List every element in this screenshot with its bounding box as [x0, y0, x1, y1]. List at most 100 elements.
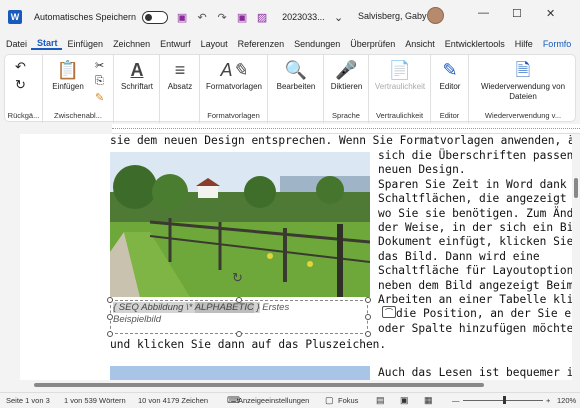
document-line: Arbeiten an einer Tabelle klicke: [378, 293, 572, 307]
copy-icon[interactable]: ⎘: [95, 75, 104, 88]
resize-handle[interactable]: [107, 314, 113, 320]
read-mode-icon[interactable]: ▤: [376, 395, 385, 406]
reuse-files-button[interactable]: 🗎 Wiederverwendung von Dateien: [473, 60, 573, 102]
caption-field: { SEQ Abbildung \* ALPHABETIC } Erstes B…: [113, 302, 289, 326]
group-font: A Schriftart: [114, 55, 160, 123]
quick-format-icon[interactable]: ▨: [256, 11, 268, 24]
document-line: der Weise, in der sich ein Bild i: [378, 221, 572, 235]
print-layout-icon[interactable]: ▣: [400, 395, 409, 406]
group-undo: ↶ ↻ Rückgä...: [5, 55, 43, 123]
tab-datei[interactable]: Datei: [0, 39, 31, 49]
document-line: Sparen Sie Zeit in Word dank n: [378, 177, 572, 191]
tab-layout[interactable]: Layout: [195, 39, 232, 49]
vertical-ruler[interactable]: [0, 134, 20, 380]
cut-icon[interactable]: ✂: [95, 59, 104, 72]
zoom-out-button[interactable]: —: [452, 396, 460, 405]
horizontal-scrollbar[interactable]: [20, 380, 572, 390]
tab-zeichnen[interactable]: Zeichnen: [107, 39, 154, 49]
paste-button[interactable]: 📋 Einfügen: [51, 60, 85, 91]
tab-start[interactable]: Start: [31, 38, 62, 50]
tab-hilfe[interactable]: Hilfe: [509, 39, 537, 49]
status-words[interactable]: 1 von 539 Wörtern: [64, 396, 126, 405]
group-editor: ✎ Editor Editor: [431, 55, 469, 123]
tab-referenzen[interactable]: Referenzen: [232, 39, 289, 49]
document-line: oder Spalte hinzufügen möchte: [378, 321, 572, 335]
save-icon[interactable]: ▣: [176, 11, 188, 24]
dictate-button[interactable]: 🎤 Diktieren: [326, 60, 367, 91]
tab-entwicklertools[interactable]: Entwicklertools: [439, 39, 509, 49]
styles-button[interactable]: A✎ Formatvorlagen: [204, 60, 264, 91]
format-painter-icon[interactable]: ✎: [95, 91, 104, 104]
document-line-after-caption: und klicken Sie dann auf das Pluszeichen…: [110, 338, 387, 351]
resize-handle[interactable]: [236, 297, 242, 303]
redo-icon[interactable]: ↷: [216, 11, 228, 24]
seq-field-switch: ALPHABETIC: [194, 302, 254, 313]
font-button[interactable]: A Schriftart: [116, 60, 158, 91]
document-page[interactable]: sie dem neuen Design entsprechen. Wenn S…: [20, 134, 572, 380]
web-layout-icon[interactable]: ▦: [424, 395, 433, 406]
caption-textbox[interactable]: { SEQ Abbildung \* ALPHABETIC } Erstes B…: [110, 300, 368, 334]
maximize-button[interactable]: ☐: [512, 7, 522, 20]
rotate-handle-icon[interactable]: ↻: [232, 270, 243, 286]
zoom-slider-thumb[interactable]: [503, 396, 506, 404]
resize-handle[interactable]: [365, 331, 371, 337]
undo-icon[interactable]: ↶: [196, 11, 208, 24]
resize-handle[interactable]: [365, 314, 371, 320]
tab-ansicht[interactable]: Ansicht: [399, 39, 439, 49]
tab-formformat[interactable]: Formfo: [537, 39, 576, 49]
horizontal-ruler[interactable]: [112, 124, 580, 134]
document-image-second[interactable]: [110, 366, 370, 380]
paragraph-icon: ≡: [174, 60, 186, 80]
clipboard-icon: 📋: [56, 60, 80, 80]
group-editing: 🔍 Bearbeiten: [268, 55, 324, 123]
editor-button[interactable]: ✎ Editor: [433, 60, 467, 91]
editing-button[interactable]: 🔍 Bearbeiten: [272, 60, 320, 91]
tab-ueberpruefen[interactable]: Überprüfen: [344, 39, 399, 49]
horizontal-scroll-thumb[interactable]: [34, 383, 484, 387]
status-page[interactable]: Seite 1 von 3: [6, 396, 50, 405]
document-line-last: Auch das Lesen ist bequemer in: [378, 366, 572, 379]
tab-entwurf[interactable]: Entwurf: [154, 39, 195, 49]
ribbon: ↶ ↻ Rückgä... 📋 Einfügen ✂ ⎘ ✎ Zwischena…: [4, 54, 577, 123]
ruler-ticks: [112, 128, 580, 130]
document-line: neben dem Bild angezeigt Beim: [378, 278, 572, 292]
resize-handle[interactable]: [107, 297, 113, 303]
paragraph-button[interactable]: ≡ Absatz: [162, 60, 198, 91]
document-line: die Position, an der Sie eine: [396, 307, 572, 321]
vertical-scrollbar[interactable]: [572, 134, 580, 380]
autosave-toggle[interactable]: [142, 10, 169, 24]
status-characters[interactable]: 10 von 4179 Zeichen: [138, 396, 208, 405]
paste-label: Einfügen: [52, 82, 84, 91]
avatar[interactable]: [427, 7, 444, 24]
tab-sendungen[interactable]: Sendungen: [288, 39, 344, 49]
document-line: Schaltfläche für Layoutoptionen: [378, 264, 572, 278]
resize-handle[interactable]: [365, 297, 371, 303]
dictate-label: Diktieren: [330, 82, 363, 91]
sensitivity-button[interactable]: 📄 Vertraulichkeit: [371, 60, 429, 91]
resize-handle[interactable]: [107, 331, 113, 337]
document-title[interactable]: 2023033...: [282, 12, 325, 22]
display-settings-button[interactable]: Anzeigeeinstellungen: [238, 396, 309, 405]
close-button[interactable]: ✕: [546, 7, 555, 20]
document-right-column: sich die Überschriften passend neuen Des…: [378, 149, 572, 336]
tab-einfuegen[interactable]: Einfügen: [62, 39, 108, 49]
group-label-sensitivity: Vertraulichkeit: [375, 111, 424, 120]
focus-button[interactable]: Fokus: [338, 396, 358, 405]
group-sensitivity: 📄 Vertraulichkeit Vertraulichkeit: [369, 55, 431, 123]
group-reuse: 🗎 Wiederverwendung von Dateien Wiederver…: [469, 55, 577, 123]
user-name[interactable]: Salvisberg, Gaby: [358, 11, 427, 21]
vertical-scroll-thumb[interactable]: [574, 178, 578, 198]
caption-text: Erstes: [259, 302, 290, 313]
resize-handle[interactable]: [236, 331, 242, 337]
zoom-in-button[interactable]: +: [546, 396, 550, 405]
seq-field-code: { SEQ Abbildung \*: [113, 302, 195, 313]
zoom-level[interactable]: 120%: [557, 396, 576, 405]
chevron-down-icon[interactable]: ⌄: [333, 11, 345, 24]
redo-icon[interactable]: ↻: [15, 77, 26, 93]
paragraph-label: Absatz: [167, 82, 193, 91]
document-line: Schaltflächen, die angezeigt we: [378, 192, 572, 206]
undo-icon[interactable]: ↶: [15, 59, 26, 75]
minimize-button[interactable]: —: [478, 7, 489, 19]
save-as-icon[interactable]: ▣: [236, 11, 248, 24]
document-line: wo Sie sie benötigen. Zum Änd: [378, 206, 572, 220]
